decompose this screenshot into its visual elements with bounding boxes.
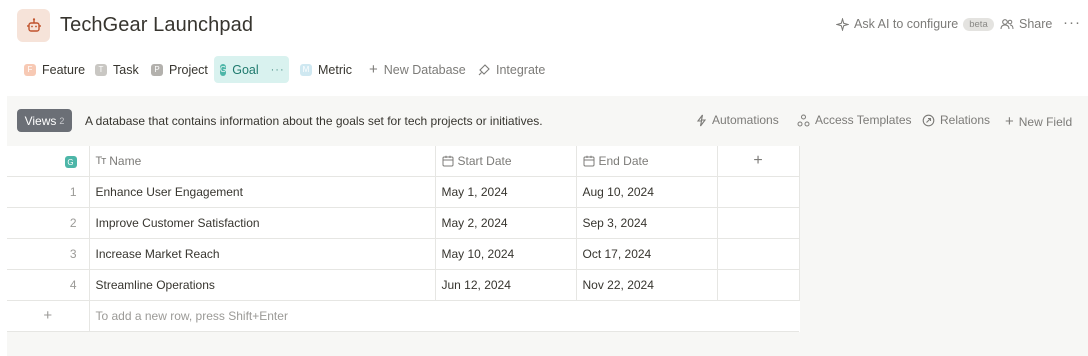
ask-ai-button[interactable]: Ask AI to configure beta: [836, 17, 994, 31]
end-date-column-header[interactable]: End Date: [576, 146, 718, 177]
start-date-cell[interactable]: May 2, 2024: [435, 207, 577, 239]
relations-button[interactable]: Relations: [922, 113, 990, 127]
views-button[interactable]: Views 2: [17, 109, 72, 132]
ask-ai-label: Ask AI to configure: [854, 17, 959, 31]
table-row[interactable]: 4 Streamline Operations Jun 12, 2024 Nov…: [7, 269, 800, 301]
goal-name-cell[interactable]: Increase Market Reach: [89, 238, 436, 270]
tab-project-label: Project: [169, 62, 208, 77]
access-templates-label: Access Templates: [815, 113, 912, 127]
templates-icon: [797, 114, 810, 126]
calendar-icon: [442, 155, 453, 167]
end-date-column-label: End Date: [598, 153, 649, 168]
text-type-icon: Tт: [95, 154, 107, 167]
users-icon: [1000, 19, 1014, 30]
table-row[interactable]: 3 Increase Market Reach May 10, 2024 Oct…: [7, 238, 800, 270]
empty-cell: [717, 269, 800, 301]
row-index: 2: [7, 207, 90, 239]
empty-cell: [717, 176, 800, 208]
end-date-cell[interactable]: Oct 17, 2024: [576, 238, 718, 270]
row-index: 4: [7, 269, 90, 301]
table-header-row: G Tт Name Start Date End Date +: [7, 146, 800, 177]
views-label: Views: [24, 113, 57, 128]
start-date-column-label: Start Date: [457, 153, 512, 168]
plus-icon: +: [369, 61, 378, 78]
automations-button[interactable]: Automations: [696, 113, 779, 127]
tab-feature-label: Feature: [42, 62, 86, 77]
tab-task-label: Task: [113, 62, 139, 77]
new-database-button[interactable]: + New Database: [363, 56, 472, 83]
relations-icon: [922, 114, 935, 126]
goal-badge-icon: G: [220, 63, 227, 76]
calendar-icon: [583, 155, 594, 167]
tab-goal-more-icon[interactable]: ···: [271, 64, 285, 76]
name-column-header[interactable]: Tт Name: [89, 146, 436, 177]
table-row[interactable]: 1 Enhance User Engagement May 1, 2024 Au…: [7, 176, 800, 208]
database-tabs: F Feature T Task P Project G Goal ··· M …: [0, 56, 1088, 84]
add-row-plus-icon[interactable]: +: [7, 300, 90, 332]
share-button[interactable]: Share: [1000, 17, 1052, 31]
more-options-button[interactable]: ···: [1063, 14, 1081, 31]
start-date-cell[interactable]: Jun 12, 2024: [435, 269, 577, 301]
name-column-label: Name: [109, 153, 142, 168]
add-column-button[interactable]: +: [717, 146, 800, 177]
app-icon[interactable]: [17, 9, 50, 42]
header-bar: TechGear Launchpad Ask AI to configure b…: [0, 0, 1088, 52]
page-title: TechGear Launchpad: [60, 14, 254, 36]
project-badge-icon: P: [151, 63, 163, 76]
row-index: 1: [7, 176, 90, 208]
row-index: 3: [7, 238, 90, 270]
tab-goal-label: Goal: [232, 62, 259, 77]
tab-goal[interactable]: G Goal ···: [214, 56, 289, 83]
table-row[interactable]: 2 Improve Customer Satisfaction May 2, 2…: [7, 207, 800, 239]
new-field-button[interactable]: + New Field: [1005, 113, 1072, 130]
empty-cell: [717, 207, 800, 239]
tab-task[interactable]: T Task: [89, 56, 145, 83]
index-column-header[interactable]: G: [7, 146, 90, 177]
add-row-hint[interactable]: To add a new row, press Shift+Enter: [89, 300, 799, 332]
task-badge-icon: T: [95, 63, 107, 76]
end-date-cell[interactable]: Aug 10, 2024: [576, 176, 718, 208]
end-date-cell[interactable]: Sep 3, 2024: [576, 207, 718, 239]
plug-icon: [478, 63, 490, 75]
relations-label: Relations: [940, 113, 991, 127]
share-label: Share: [1019, 17, 1053, 31]
database-description: A database that contains information abo…: [85, 114, 543, 128]
add-row[interactable]: + To add a new row, press Shift+Enter: [7, 300, 799, 332]
goal-name-cell[interactable]: Enhance User Engagement: [89, 176, 436, 208]
integrate-button[interactable]: Integrate: [472, 56, 551, 83]
goal-name-cell[interactable]: Improve Customer Satisfaction: [89, 207, 436, 239]
tab-feature[interactable]: F Feature: [18, 56, 91, 83]
beta-badge: beta: [963, 17, 994, 31]
robot-icon: [26, 17, 41, 32]
tab-metric[interactable]: M Metric: [294, 56, 358, 83]
metric-badge-icon: M: [300, 63, 312, 76]
plus-icon: +: [1005, 113, 1014, 130]
start-date-cell[interactable]: May 1, 2024: [435, 176, 577, 208]
automations-label: Automations: [712, 113, 779, 127]
goal-name-cell[interactable]: Streamline Operations: [89, 269, 436, 301]
lightning-icon: [696, 114, 707, 126]
end-date-cell[interactable]: Nov 22, 2024: [576, 269, 718, 301]
access-templates-button[interactable]: Access Templates: [797, 113, 912, 127]
integrate-label: Integrate: [496, 62, 546, 77]
start-date-column-header[interactable]: Start Date: [435, 146, 577, 177]
start-date-cell[interactable]: May 10, 2024: [435, 238, 577, 270]
tab-project[interactable]: P Project: [145, 56, 214, 83]
new-database-label: New Database: [383, 62, 466, 77]
new-field-label: New Field: [1018, 114, 1073, 129]
table-container: G Tт Name Start Date End Date + 1 Enhanc…: [7, 144, 1088, 356]
feature-badge-icon: F: [24, 63, 36, 76]
goals-table: G Tт Name Start Date End Date + 1 Enhanc…: [7, 146, 800, 332]
tab-metric-label: Metric: [318, 62, 353, 77]
views-count: 2: [59, 115, 65, 126]
database-toolbar: Views 2 A database that contains informa…: [7, 96, 1088, 144]
empty-cell: [717, 238, 800, 270]
goal-badge-icon: G: [64, 156, 77, 168]
sparkle-icon: [836, 17, 849, 31]
